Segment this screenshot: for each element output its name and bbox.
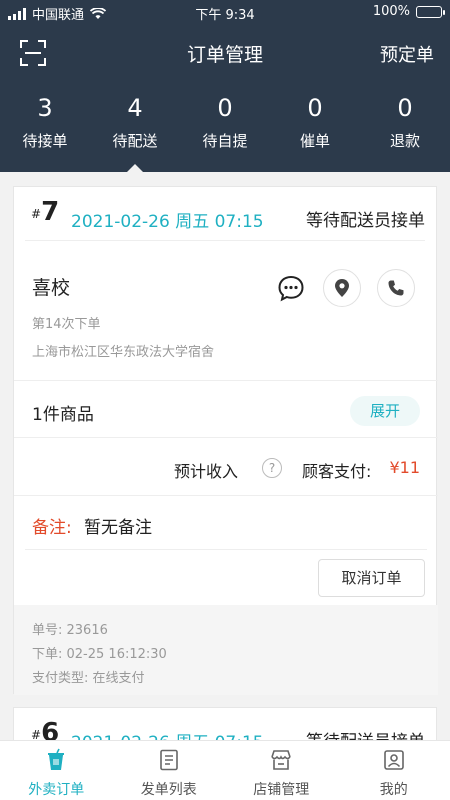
note-value: 暂无备注 xyxy=(84,518,152,538)
stat-pending-accept[interactable]: 3 待接单 xyxy=(0,92,90,151)
order-meta: 单号: 23616 下单: 02-25 16:12:30 支付类型: 在线支付 xyxy=(14,605,438,695)
order-number: #7 xyxy=(31,197,59,227)
order-card: #7 2021-02-26 周五 07:15 等待配送员接单 喜校 第14次下单… xyxy=(13,186,438,695)
order-delivery-time: 2021-02-26 周五 07:15 xyxy=(71,728,264,740)
top-header: 中国联通 下午 9:34 100% 订单管理 预定单 3 待接单 4 待配送 0… xyxy=(0,0,450,172)
status-bar: 中国联通 下午 9:34 100% xyxy=(0,0,450,24)
order-id: 单号: 23616 xyxy=(32,623,108,638)
order-placed-time: 下单: 02-25 16:12:30 xyxy=(32,647,167,662)
tab-dispatch-list[interactable]: 发单列表 xyxy=(113,741,226,800)
tab-label: 发单列表 xyxy=(140,782,197,798)
stat-label: 待自提 xyxy=(202,132,248,150)
tab-store-management[interactable]: 店铺管理 xyxy=(225,741,338,800)
call-button[interactable] xyxy=(377,269,415,307)
stat-count: 3 xyxy=(37,94,53,122)
order-hash: # xyxy=(31,728,42,740)
stat-pending-pickup[interactable]: 0 待自提 xyxy=(180,92,270,151)
customer-paid-label: 顾客支付: xyxy=(302,462,372,481)
phone-icon xyxy=(388,280,404,296)
tab-takeout-orders[interactable]: 外卖订单 xyxy=(0,741,113,800)
order-delivery-time: 2021-02-26 周五 07:15 xyxy=(71,212,264,232)
order-number-value: 6 xyxy=(41,718,60,740)
note-row: 备注: 暂无备注 xyxy=(14,496,438,550)
order-hash: # xyxy=(31,207,42,221)
list-icon xyxy=(159,749,178,771)
chat-icon xyxy=(278,275,304,302)
cup-icon xyxy=(48,748,65,770)
order-header: #7 2021-02-26 周五 07:15 等待配送员接单 xyxy=(25,187,425,241)
stat-label: 退款 xyxy=(389,132,420,150)
customer-name: 喜校 xyxy=(32,277,71,299)
estimated-income-label: 预计收入 xyxy=(174,462,239,481)
stat-reminders[interactable]: 0 催单 xyxy=(270,92,360,151)
expand-goods-button[interactable]: 展开 xyxy=(350,396,420,426)
cancel-order-button[interactable]: 取消订单 xyxy=(318,559,425,597)
battery-percent: 100% xyxy=(372,4,410,19)
bottom-tab-bar: 外卖订单 发单列表 店铺管理 我的 xyxy=(0,740,450,800)
tab-label: 外卖订单 xyxy=(28,782,85,798)
order-status: 等待配送员接单 xyxy=(306,727,425,740)
note-label: 备注: xyxy=(32,518,72,538)
customer-order-count: 第14次下单 xyxy=(32,317,101,332)
stat-count: 0 xyxy=(217,94,233,122)
stat-count: 0 xyxy=(307,94,323,122)
order-header: #6 2021-02-26 周五 07:15 等待配送员接单 xyxy=(25,708,425,740)
nav-bar: 订单管理 预定单 xyxy=(0,28,450,78)
income-row: 预计收入 ? 顾客支付: ¥11 xyxy=(14,438,438,496)
reserved-orders-link[interactable]: 预定单 xyxy=(380,41,434,67)
stat-pending-delivery[interactable]: 4 待配送 xyxy=(90,92,180,172)
goods-row: 1件商品 展开 xyxy=(14,380,438,438)
stat-label: 待接单 xyxy=(22,132,68,150)
store-icon xyxy=(271,750,292,770)
customer-paid-amount: ¥11 xyxy=(389,458,420,477)
goods-count: 1件商品 xyxy=(32,405,94,425)
stat-count: 0 xyxy=(397,94,413,122)
message-button[interactable] xyxy=(272,269,310,307)
stat-count: 4 xyxy=(127,94,143,122)
location-pin-icon xyxy=(335,279,349,297)
order-status: 等待配送员接单 xyxy=(306,211,425,231)
order-stats: 3 待接单 4 待配送 0 待自提 0 催单 0 退款 xyxy=(0,92,450,172)
order-number: #6 xyxy=(31,718,59,740)
customer-address: 上海市松江区华东政法大学宿舍 xyxy=(32,345,215,360)
stat-label: 催单 xyxy=(299,132,330,150)
battery-icon xyxy=(416,5,445,18)
stat-label: 待配送 xyxy=(112,132,158,150)
order-card: #6 2021-02-26 周五 07:15 等待配送员接单 xyxy=(13,707,437,740)
stat-refunds[interactable]: 0 退款 xyxy=(360,92,450,151)
payment-type: 支付类型: 在线支付 xyxy=(32,671,145,686)
tab-label: 我的 xyxy=(379,782,408,798)
order-number-value: 7 xyxy=(41,197,60,227)
tab-label: 店铺管理 xyxy=(253,782,310,798)
help-icon[interactable]: ? xyxy=(262,458,282,478)
tab-profile[interactable]: 我的 xyxy=(338,741,450,800)
order-list[interactable]: #7 2021-02-26 周五 07:15 等待配送员接单 喜校 第14次下单… xyxy=(0,172,450,740)
profile-icon xyxy=(383,750,404,770)
location-button[interactable] xyxy=(323,269,361,307)
